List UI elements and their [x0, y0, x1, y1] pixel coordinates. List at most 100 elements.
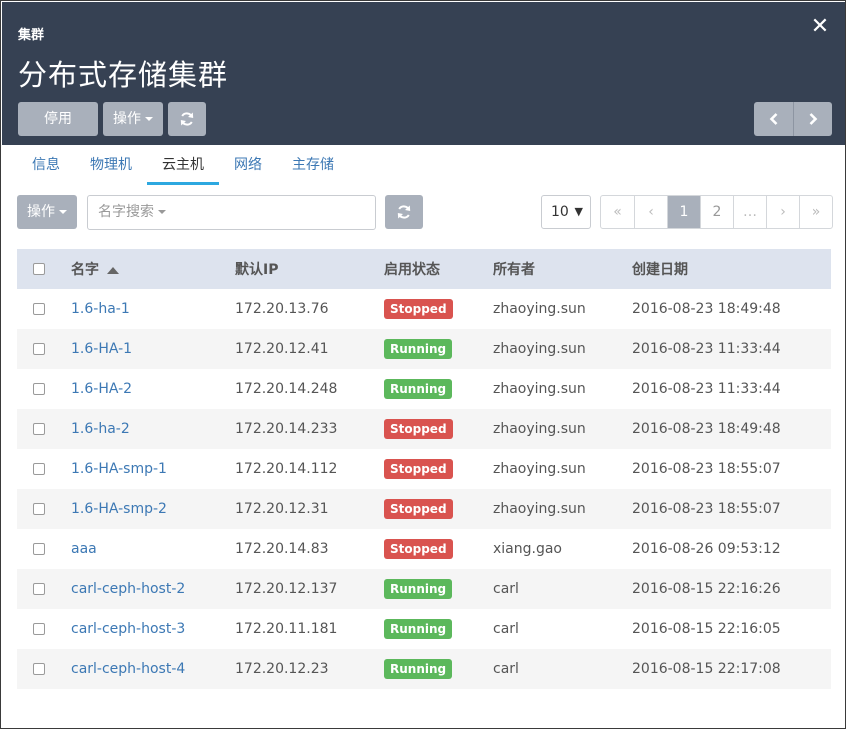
- row-name-link[interactable]: 1.6-HA-smp-1: [71, 461, 167, 477]
- row-select-cell: [17, 621, 71, 637]
- table-row: 1.6-HA-smp-2 172.20.12.31 Stopped zhaoyi…: [17, 489, 831, 529]
- search-input[interactable]: 名字搜索: [87, 195, 376, 230]
- next-record-button[interactable]: [793, 102, 832, 136]
- col-owner[interactable]: 所有者: [493, 259, 632, 279]
- table-row: carl-ceph-host-2 172.20.12.137 Running c…: [17, 569, 831, 609]
- row-name-cell: 1.6-ha-1: [71, 301, 235, 317]
- page-size-select[interactable]: 10 ▼: [541, 195, 591, 229]
- row-created: 2016-08-15 22:17:08: [632, 661, 781, 677]
- status-badge: Stopped: [384, 299, 453, 319]
- row-name-link[interactable]: carl-ceph-host-2: [71, 581, 185, 597]
- row-name-link[interactable]: 1.6-ha-1: [71, 301, 130, 317]
- page-ellipsis[interactable]: …: [733, 196, 766, 228]
- row-created: 2016-08-23 11:33:44: [632, 381, 781, 397]
- row-ip: 172.20.14.83: [235, 541, 329, 557]
- stop-button[interactable]: 停用: [18, 102, 98, 136]
- col-name[interactable]: 名字: [71, 259, 235, 279]
- table-row: carl-ceph-host-3 172.20.11.181 Running c…: [17, 609, 831, 649]
- col-created[interactable]: 创建日期: [632, 259, 831, 279]
- status-badge: Running: [384, 579, 453, 599]
- row-created: 2016-08-23 18:55:07: [632, 461, 781, 477]
- row-name-link[interactable]: 1.6-HA-1: [71, 341, 132, 357]
- row-checkbox[interactable]: [33, 303, 45, 315]
- select-all-checkbox[interactable]: [33, 263, 45, 275]
- page-last[interactable]: »: [799, 196, 832, 228]
- row-checkbox[interactable]: [33, 543, 45, 555]
- row-ip: 172.20.12.23: [235, 661, 329, 677]
- row-select-cell: [17, 461, 71, 477]
- select-all-cell: [17, 261, 71, 277]
- table-row: 1.6-ha-2 172.20.14.233 Stopped zhaoying.…: [17, 409, 831, 449]
- table-refresh-button[interactable]: [385, 195, 423, 229]
- page-1[interactable]: 1: [667, 196, 700, 228]
- row-checkbox[interactable]: [33, 383, 45, 395]
- table-ops-dropdown[interactable]: 操作: [17, 195, 77, 229]
- header-ops-label: 操作: [113, 111, 141, 127]
- row-state-cell: Stopped: [384, 499, 493, 519]
- tab-vm-instances[interactable]: 云主机: [147, 145, 219, 185]
- sort-asc-icon: [107, 266, 119, 274]
- row-ip: 172.20.12.41: [235, 341, 329, 357]
- row-checkbox[interactable]: [33, 663, 45, 675]
- table-row: 1.6-HA-1 172.20.12.41 Running zhaoying.s…: [17, 329, 831, 369]
- tab-network[interactable]: 网络: [219, 145, 277, 185]
- pagination: « ‹ 1 2 … › »: [600, 195, 833, 229]
- dropdown-arrow-icon: ▼: [574, 205, 583, 218]
- col-ip[interactable]: 默认IP: [235, 259, 384, 279]
- row-owner: carl: [493, 661, 519, 677]
- row-ip: 172.20.12.31: [235, 501, 329, 517]
- refresh-icon: [397, 205, 411, 219]
- row-owner: carl: [493, 621, 519, 637]
- page-next[interactable]: ›: [766, 196, 799, 228]
- page-2[interactable]: 2: [700, 196, 733, 228]
- row-created: 2016-08-23 18:49:48: [632, 421, 781, 437]
- refresh-icon: [180, 112, 194, 126]
- close-icon[interactable]: ✕: [808, 14, 832, 40]
- row-name-link[interactable]: 1.6-ha-2: [71, 421, 130, 437]
- page-prev[interactable]: ‹: [634, 196, 667, 228]
- col-state[interactable]: 启用状态: [384, 259, 493, 279]
- row-checkbox[interactable]: [33, 583, 45, 595]
- tab-bar: 信息 物理机 云主机 网络 主存储: [17, 145, 349, 185]
- table-row: carl-ceph-host-4 172.20.12.23 Running ca…: [17, 649, 831, 689]
- row-name-link[interactable]: 1.6-HA-smp-2: [71, 501, 167, 517]
- prev-record-button[interactable]: [754, 102, 793, 136]
- row-name-cell: carl-ceph-host-4: [71, 661, 235, 677]
- table-row: 1.6-HA-2 172.20.14.248 Running zhaoying.…: [17, 369, 831, 409]
- row-name-link[interactable]: carl-ceph-host-3: [71, 621, 185, 637]
- row-created: 2016-08-23 18:49:48: [632, 301, 781, 317]
- chevron-right-icon: [809, 113, 818, 125]
- page-size-value: 10: [551, 204, 569, 220]
- caret-down-icon: [145, 117, 153, 121]
- row-state-cell: Stopped: [384, 539, 493, 559]
- row-checkbox[interactable]: [33, 463, 45, 475]
- row-checkbox[interactable]: [33, 503, 45, 515]
- tab-hosts[interactable]: 物理机: [75, 145, 147, 185]
- row-checkbox[interactable]: [33, 423, 45, 435]
- status-badge: Stopped: [384, 539, 453, 559]
- caret-down-icon: [59, 210, 67, 214]
- row-name-link[interactable]: 1.6-HA-2: [71, 381, 132, 397]
- row-select-cell: [17, 381, 71, 397]
- header-ops-dropdown[interactable]: 操作: [103, 102, 163, 136]
- status-badge: Stopped: [384, 499, 453, 519]
- caret-down-icon: [158, 210, 166, 214]
- tab-primary-storage[interactable]: 主存储: [277, 145, 349, 185]
- row-checkbox[interactable]: [33, 623, 45, 635]
- chevron-left-icon: [769, 113, 777, 125]
- row-checkbox[interactable]: [33, 343, 45, 355]
- page-first[interactable]: «: [601, 196, 634, 228]
- header-refresh-button[interactable]: [168, 102, 206, 136]
- status-badge: Stopped: [384, 459, 453, 479]
- row-ip: 172.20.14.248: [235, 381, 338, 397]
- dialog: 集群 分布式存储集群 ✕ 停用 操作 信息 物理机 云主机 网络 主存储 操作 …: [0, 0, 846, 729]
- tab-info[interactable]: 信息: [17, 145, 75, 185]
- row-select-cell: [17, 341, 71, 357]
- row-ip: 172.20.14.233: [235, 421, 338, 437]
- row-owner: carl: [493, 581, 519, 597]
- row-name-link[interactable]: carl-ceph-host-4: [71, 661, 185, 677]
- page-title: 分布式存储集群: [18, 58, 229, 92]
- row-owner: zhaoying.sun: [493, 461, 586, 477]
- row-name-link[interactable]: aaa: [71, 541, 97, 557]
- row-name-cell: 1.6-HA-2: [71, 381, 235, 397]
